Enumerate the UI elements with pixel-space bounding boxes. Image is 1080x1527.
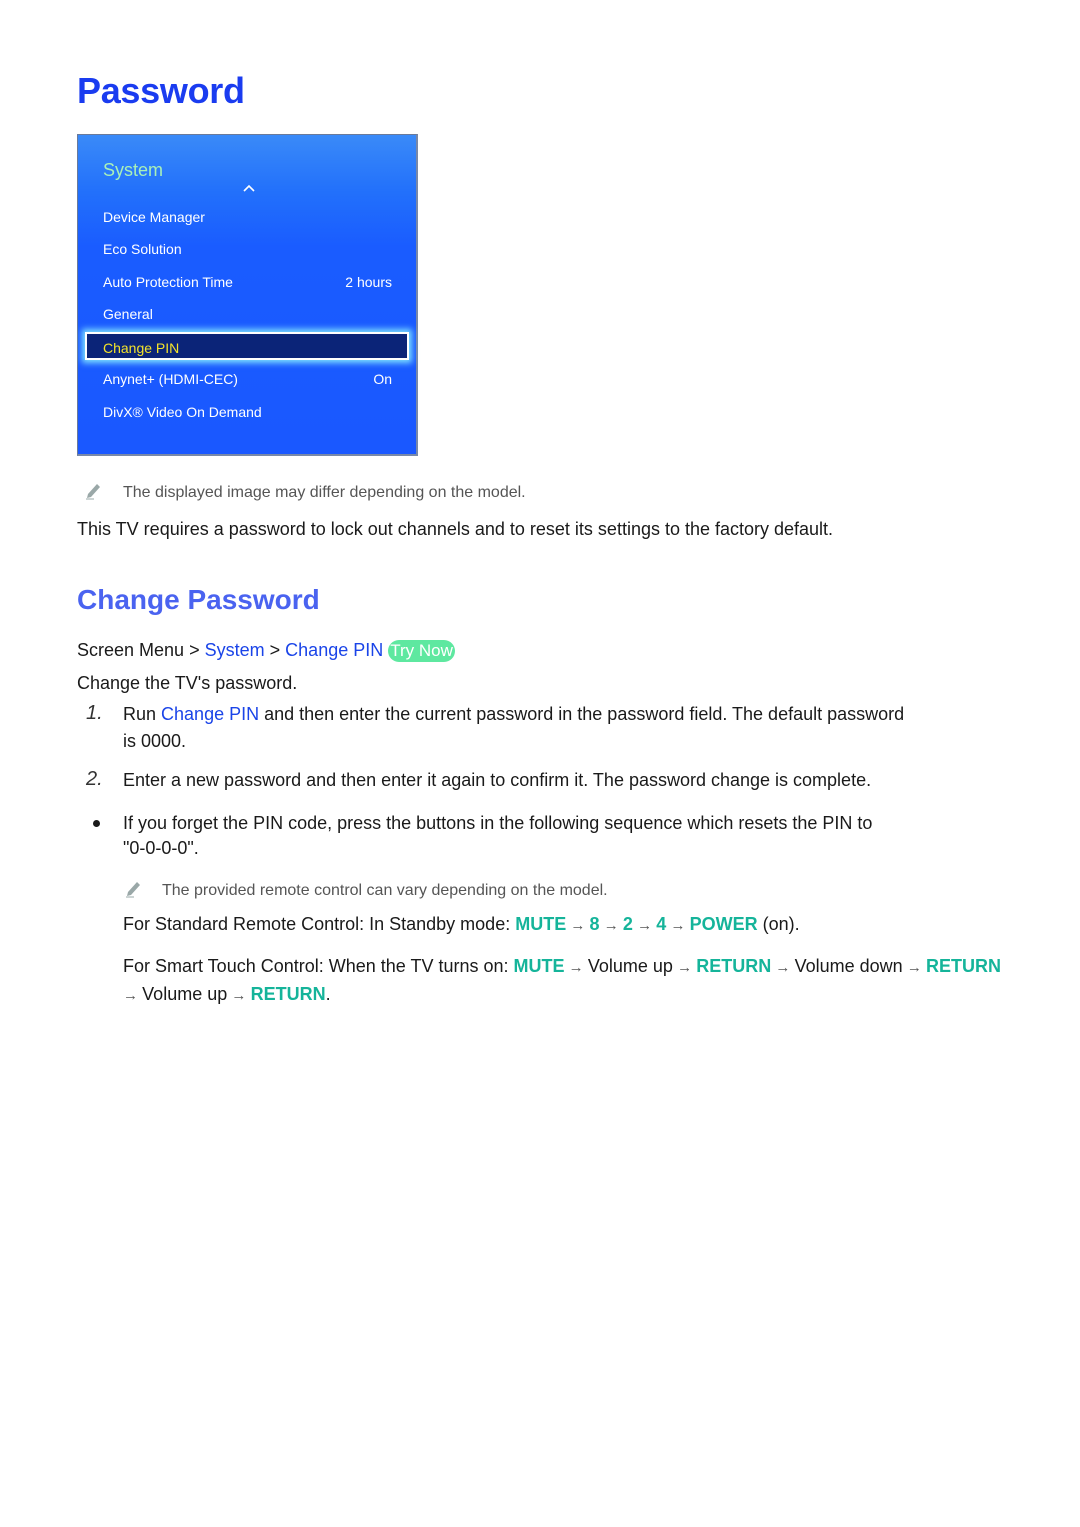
remote-action: Volume down	[794, 956, 903, 976]
breadcrumb-system[interactable]: System	[205, 640, 265, 660]
arrow-icon: →	[771, 959, 795, 976]
standard-remote-instructions: For Standard Remote Control: In Standby …	[123, 914, 800, 935]
menu-item-eco-solution[interactable]: Eco Solution	[103, 239, 392, 259]
remote-action: Volume up	[587, 956, 673, 976]
chevron-up-icon	[243, 184, 255, 192]
pencil-note-icon	[126, 882, 140, 898]
menu-item-auto-protection-time[interactable]: Auto Protection Time 2 hours	[103, 272, 392, 292]
smart-touch-instructions: For Smart Touch Control: When the TV tur…	[123, 953, 1003, 1009]
menu-item-label: General	[103, 306, 153, 322]
menu-item-label: DivX® Video On Demand	[103, 404, 262, 420]
arrow-icon: →	[666, 917, 690, 934]
arrow-icon: →	[672, 959, 697, 976]
step-text: Run	[123, 704, 162, 724]
breadcrumb: Screen Menu > System > Change PIN Try No…	[77, 640, 455, 662]
menu-item-anynet[interactable]: Anynet+ (HDMI-CEC) On	[103, 369, 392, 389]
menu-item-label: Anynet+ (HDMI-CEC)	[103, 371, 238, 387]
image-note: The displayed image may differ depending…	[123, 484, 526, 501]
menu-item-label: Device Manager	[103, 209, 205, 225]
arrow-icon: →	[566, 917, 590, 934]
menu-item-value: On	[373, 371, 392, 387]
remote-key: 8	[589, 914, 600, 934]
bullet-text: If you forget the PIN code, press the bu…	[123, 813, 873, 833]
try-now-button[interactable]: Try Now	[388, 640, 455, 662]
bullet-text-line2: "0-0-0-0".	[123, 838, 199, 858]
breadcrumb-change-pin[interactable]: Change PIN	[285, 640, 383, 660]
menu-item-change-pin[interactable]: Change PIN	[85, 332, 409, 360]
menu-item-general[interactable]: General	[103, 304, 392, 324]
remote-key: MUTE	[515, 914, 567, 934]
menu-item-device-manager[interactable]: Device Manager	[103, 207, 392, 227]
remote-key: RETURN	[696, 956, 772, 976]
bullet-icon	[93, 820, 100, 827]
arrow-icon: →	[599, 917, 623, 934]
arrow-icon: →	[123, 987, 143, 1004]
remote-action: Volume up	[142, 984, 228, 1004]
remote-key: POWER	[689, 914, 758, 934]
instruction-prefix: For Standard Remote Control: In Standby …	[123, 914, 516, 934]
change-pin-link[interactable]: Change PIN	[161, 704, 259, 724]
step-number: 2.	[86, 768, 103, 790]
step-2-text: Enter a new password and then enter it a…	[123, 770, 872, 790]
menu-title: System	[103, 160, 164, 180]
instruction-suffix: .	[325, 984, 331, 1004]
page-title: Password	[77, 70, 245, 111]
arrow-icon: →	[227, 987, 251, 1004]
instruction-suffix: (on).	[757, 914, 800, 934]
section-description: Change the TV's password.	[77, 673, 298, 693]
arrow-icon: →	[564, 959, 588, 976]
section-title: Change Password	[77, 584, 320, 615]
menu-item-label: Change PIN	[103, 340, 180, 356]
breadcrumb-root[interactable]: Screen Menu	[77, 640, 184, 660]
step-number: 1.	[86, 702, 103, 724]
step-text: and then enter the current password in t…	[259, 704, 905, 724]
menu-item-label: Eco Solution	[103, 241, 182, 257]
remote-key: 4	[656, 914, 667, 934]
step-1-text-line2: is 0000.	[123, 731, 187, 751]
remote-key: RETURN	[926, 956, 1002, 976]
breadcrumb-separator: >	[269, 640, 281, 660]
tv-system-menu-screenshot: System Device Manager Eco Solution Auto …	[77, 134, 418, 456]
remote-key: 2	[622, 914, 633, 934]
instruction-prefix: For Smart Touch Control: When the TV tur…	[123, 956, 514, 976]
intro-text: This TV requires a password to lock out …	[77, 519, 834, 539]
pencil-note-icon	[86, 484, 100, 500]
breadcrumb-separator: >	[189, 640, 200, 660]
step-1-text: Run Change PIN and then enter the curren…	[123, 704, 904, 725]
remote-key: MUTE	[513, 956, 565, 976]
menu-item-label: Auto Protection Time	[103, 274, 233, 290]
arrow-icon: →	[632, 917, 657, 934]
menu-item-value: 2 hours	[345, 274, 392, 290]
remote-key: RETURN	[250, 984, 326, 1004]
arrow-icon: →	[902, 959, 927, 976]
menu-item-divx[interactable]: DivX® Video On Demand	[103, 402, 392, 422]
remote-note: The provided remote control can vary dep…	[162, 882, 608, 899]
